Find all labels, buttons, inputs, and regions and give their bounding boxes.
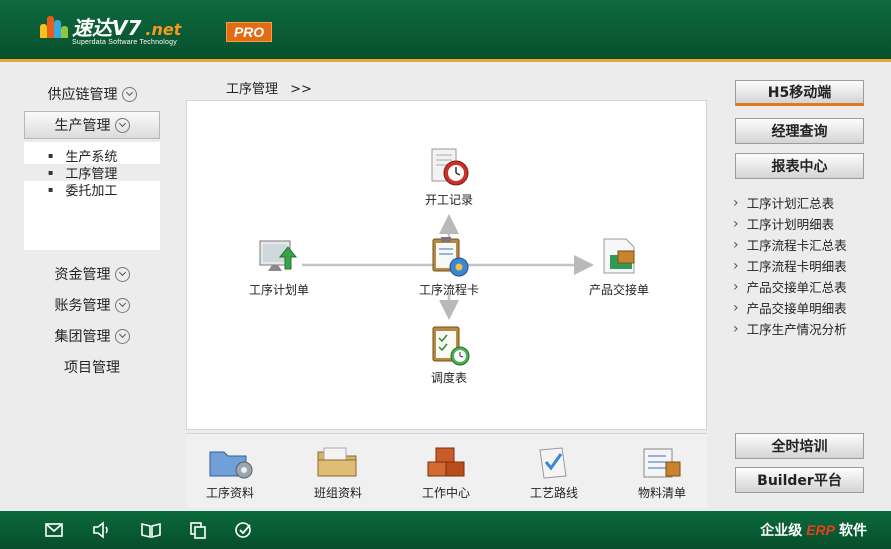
report-list: 工序计划汇总表 工序计划明细表 工序流程卡汇总表 工序流程卡明细表 产品交接单汇… — [733, 192, 847, 339]
process-flow-panel: 开工记录 工序计划单 工序流程卡 产品交接单 调度表 — [186, 100, 707, 430]
node-label: 产品交接单 — [588, 283, 649, 297]
brand-prefix: 企业级 — [760, 523, 803, 539]
sidebar-item-label: 供应链管理 — [47, 87, 118, 103]
production-submenu: 生产系统 工序管理 委托加工 — [24, 142, 160, 250]
report-link[interactable]: 工序生产情况分析 — [733, 318, 847, 339]
folder-icon — [317, 447, 357, 477]
tool-process-data[interactable]: 工序资料 — [190, 446, 270, 501]
basic-data-toolbar: 工序资料 班组资料 工作中心 工艺路线 物料清单 — [186, 433, 707, 508]
boxes-icon — [427, 447, 465, 477]
breadcrumb: 工序管理 >> — [226, 78, 312, 97]
brand-erp: ERP — [806, 522, 835, 538]
sidebar-item-funds[interactable]: 资金管理 — [24, 260, 160, 288]
sidebar-item-group[interactable]: 集团管理 — [24, 322, 160, 350]
breadcrumb-current: 工序管理 — [226, 82, 279, 97]
tool-label: 班组资料 — [313, 486, 362, 500]
report-link[interactable]: 工序流程卡明细表 — [733, 255, 847, 276]
sidebar-item-supply-chain[interactable]: 供应链管理 — [24, 80, 160, 108]
report-center-button[interactable]: 报表中心 — [735, 153, 864, 179]
node-handover[interactable]: 产品交接单 — [579, 235, 659, 298]
node-label: 工序计划单 — [248, 283, 309, 297]
upload-monitor-icon — [256, 235, 302, 279]
sidebar-item-project[interactable]: 项目管理 — [24, 353, 160, 381]
manager-query-button[interactable]: 经理查询 — [735, 118, 864, 144]
logo-bars-icon — [40, 12, 68, 38]
node-label: 调度表 — [430, 371, 467, 385]
node-start-record[interactable]: 开工记录 — [417, 145, 481, 208]
volume-icon[interactable] — [92, 521, 112, 539]
node-label: 工序流程卡 — [418, 283, 479, 297]
sidebar-item-label: 账务管理 — [54, 298, 111, 314]
breadcrumb-separator: >> — [290, 82, 312, 97]
folder-gear-icon — [209, 451, 253, 479]
copy-icon[interactable] — [188, 521, 208, 539]
tool-work-center[interactable]: 工作中心 — [406, 446, 486, 501]
sidebar-item-label: 集团管理 — [54, 329, 111, 345]
submenu-item-process-management[interactable]: 工序管理 — [24, 164, 160, 182]
chevron-down-icon — [114, 117, 130, 133]
sidebar: 供应链管理 生产管理 生产系统 工序管理 委托加工 资金管理 账务管理 集团管理… — [24, 80, 160, 384]
training-button[interactable]: 全时培训 — [735, 433, 864, 459]
app-header: 速达V7 .net Superdata Software Technology … — [0, 0, 891, 62]
logo-suffix: .net — [145, 20, 182, 39]
tool-label: 物料清单 — [637, 486, 686, 500]
brand-suffix: 软件 — [839, 523, 867, 539]
sidebar-item-label: 资金管理 — [54, 267, 111, 283]
sidebar-item-accounting[interactable]: 账务管理 — [24, 291, 160, 319]
checklist-clock-icon — [426, 323, 472, 367]
chevron-down-icon — [114, 328, 130, 344]
node-flow-card[interactable]: 工序流程卡 — [409, 235, 489, 298]
book-icon[interactable] — [140, 521, 161, 539]
report-link[interactable]: 产品交接单汇总表 — [733, 276, 847, 297]
clock-document-icon — [426, 145, 472, 189]
report-link[interactable]: 工序计划汇总表 — [733, 192, 847, 213]
tool-label: 工作中心 — [421, 486, 470, 500]
logo-name: 速达V7 — [72, 16, 142, 40]
tool-label: 工艺路线 — [529, 486, 578, 500]
builder-platform-button[interactable]: Builder平台 — [735, 467, 864, 493]
mail-icon[interactable] — [44, 521, 64, 539]
sidebar-item-label: 生产管理 — [54, 118, 111, 134]
h5-mobile-button[interactable]: H5移动端 — [735, 80, 864, 106]
logo: 速达V7 .net Superdata Software Technology — [40, 12, 181, 46]
submenu-item-outsourcing[interactable]: 委托加工 — [24, 181, 160, 199]
node-plan-sheet[interactable]: 工序计划单 — [239, 235, 319, 298]
footer-brand: 企业级 ERP 软件 — [760, 520, 867, 540]
chevron-down-icon — [114, 297, 130, 313]
report-link[interactable]: 产品交接单明细表 — [733, 297, 847, 318]
check-icon[interactable] — [234, 521, 254, 539]
checked-document-icon — [539, 447, 567, 479]
tool-process-route[interactable]: 工艺路线 — [514, 446, 594, 501]
logo-subtitle: Superdata Software Technology — [72, 39, 177, 46]
node-label: 开工记录 — [424, 193, 473, 207]
sidebar-item-label: 项目管理 — [64, 360, 120, 376]
report-link[interactable]: 工序流程卡汇总表 — [733, 234, 847, 255]
clipboard-gear-icon — [426, 235, 472, 279]
list-box-icon — [643, 448, 681, 478]
footer-bar: 企业级 ERP 软件 — [0, 511, 891, 549]
tool-bom[interactable]: 物料清单 — [622, 446, 702, 501]
pro-badge: PRO — [226, 22, 272, 42]
tool-label: 工序资料 — [205, 486, 254, 500]
exchange-document-icon — [596, 235, 642, 279]
tool-team-data[interactable]: 班组资料 — [298, 446, 378, 501]
chevron-down-icon — [114, 266, 130, 282]
chevron-down-icon — [121, 86, 137, 102]
submenu-item-production-system[interactable]: 生产系统 — [24, 147, 160, 165]
report-link[interactable]: 工序计划明细表 — [733, 213, 847, 234]
sidebar-item-production[interactable]: 生产管理 — [24, 111, 160, 139]
node-dispatch[interactable]: 调度表 — [417, 323, 481, 386]
